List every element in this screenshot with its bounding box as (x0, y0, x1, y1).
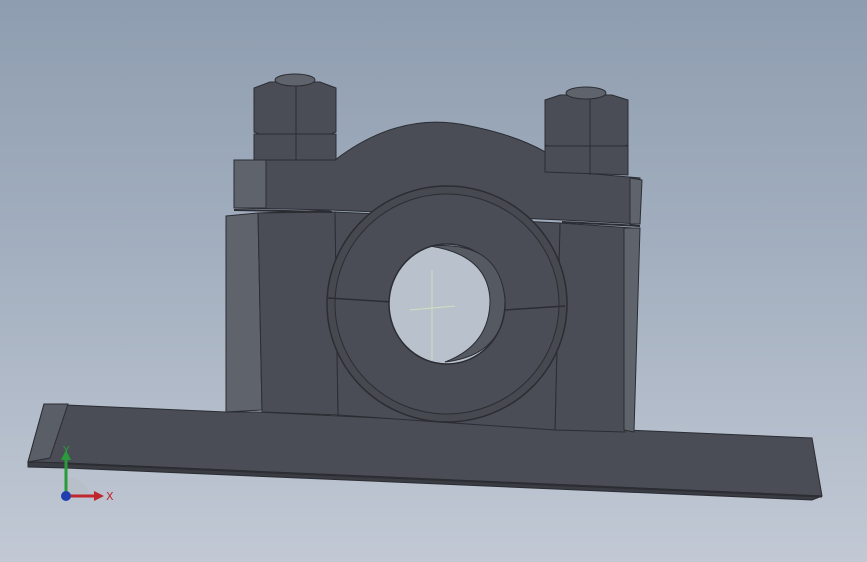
graphics-viewport[interactable]: Y X (0, 0, 867, 562)
left-nut-bottom[interactable] (253, 133, 337, 161)
z-axis-dot (61, 491, 71, 501)
housing-lower-block[interactable] (257, 211, 339, 416)
bearing-cap-side[interactable] (233, 159, 267, 209)
left-bolt-end[interactable] (274, 73, 316, 87)
left-nut-top[interactable] (253, 81, 337, 139)
reference-triad[interactable]: Y X (30, 440, 130, 520)
right-nut-bottom[interactable] (544, 145, 629, 176)
pillow-block-bearing-model[interactable] (0, 0, 867, 562)
right-bolt-end[interactable] (565, 86, 607, 100)
x-axis-head (94, 491, 104, 501)
housing-lower-block-right[interactable] (554, 222, 633, 433)
housing-right-side[interactable] (623, 227, 641, 433)
right-nut-top[interactable] (544, 94, 629, 151)
bearing-cap-right-side[interactable] (629, 177, 643, 225)
housing-body[interactable] (225, 212, 263, 413)
y-axis-label: Y (62, 444, 70, 457)
x-axis-label: X (106, 490, 114, 503)
